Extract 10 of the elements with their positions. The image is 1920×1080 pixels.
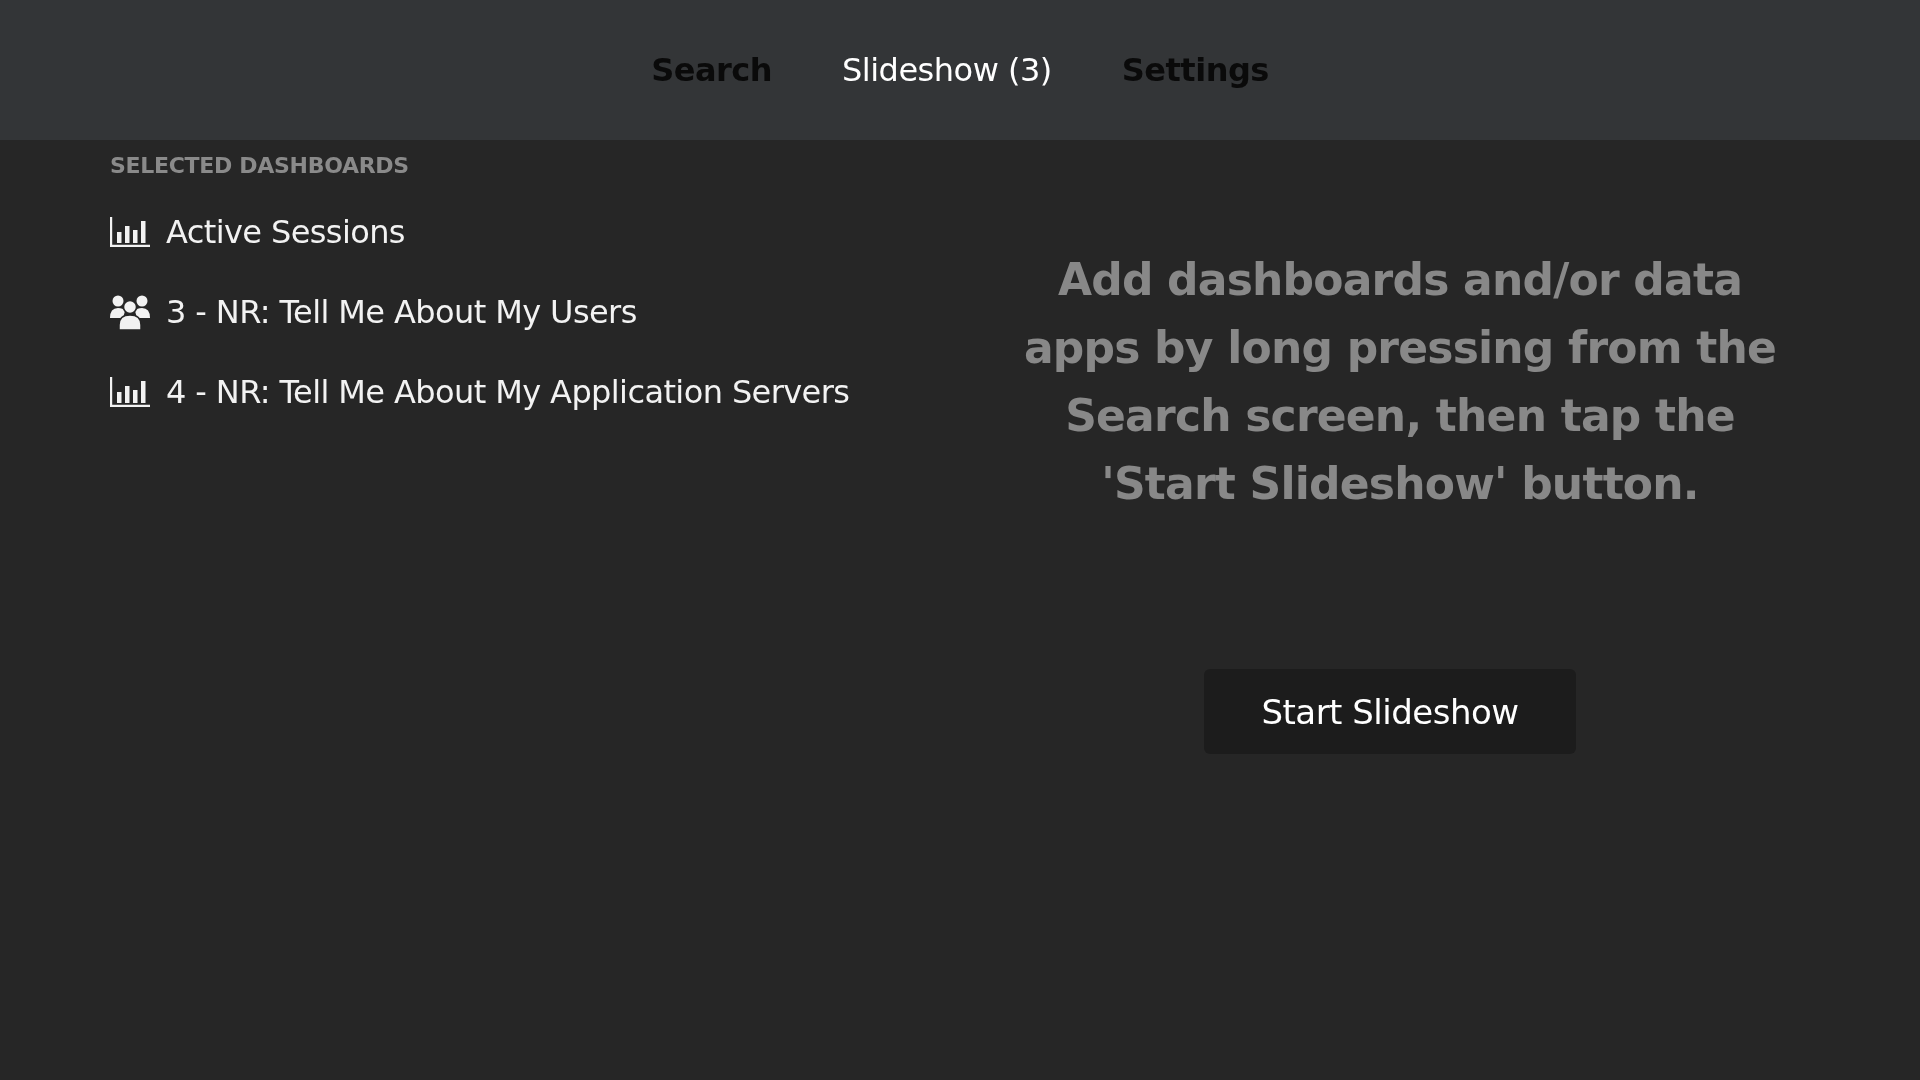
instruction-text: Add dashboards and/or data apps by long pressing from the Search screen, then tap the 'Start Slideshow' button. [1022, 253, 1778, 511]
tab[interactable]: Slideshow (3) [842, 51, 1052, 89]
start-slideshow-button[interactable]: Start Slideshow [1204, 669, 1576, 754]
dashboard-list-item[interactable]: 4 - NR: Tell Me About My Application Servers [166, 373, 850, 411]
section-heading: SELECTED DASHBOARDS [110, 152, 409, 180]
bar-chart-icon [110, 217, 150, 247]
bar-chart-icon [110, 377, 150, 407]
people-group-icon [110, 294, 150, 330]
dashboard-list-item[interactable]: Active Sessions [166, 213, 405, 251]
dashboard-list-item[interactable]: 3 - NR: Tell Me About My Users [166, 293, 637, 331]
